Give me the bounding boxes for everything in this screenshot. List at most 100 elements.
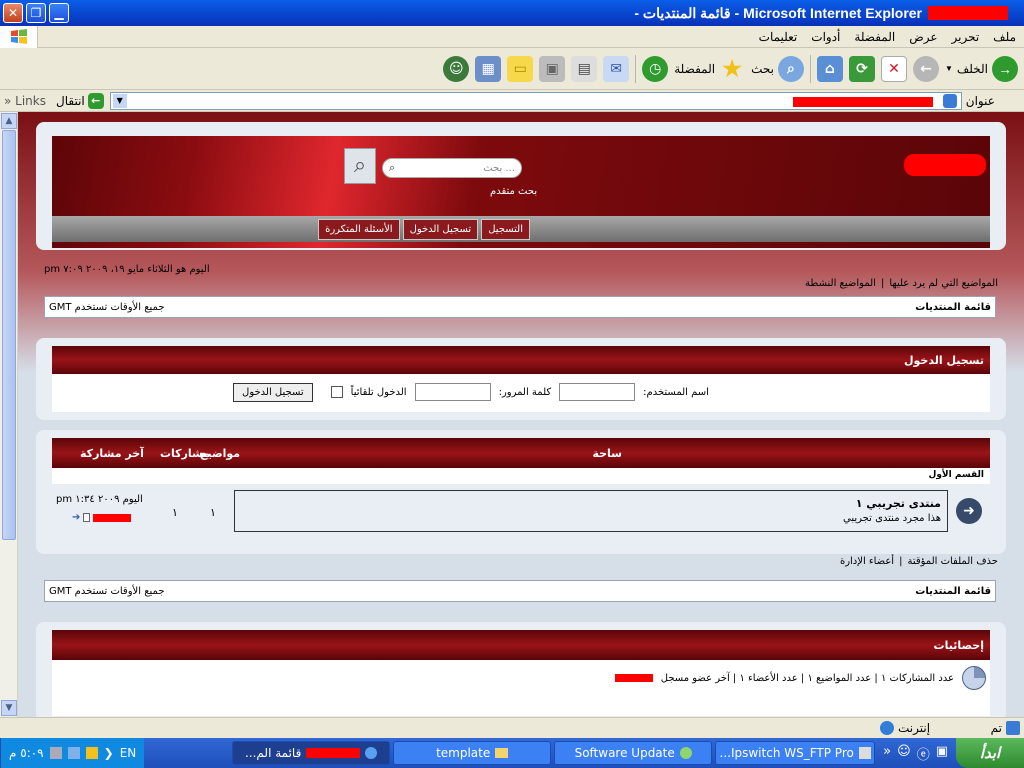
username-input[interactable] <box>559 383 636 401</box>
scroll-thumb[interactable] <box>2 130 16 540</box>
quicklaunch-more-icon[interactable]: « <box>883 744 891 763</box>
link-divider: | <box>899 556 903 567</box>
password-label: كلمة المرور: <box>498 386 552 398</box>
tray-volume-icon[interactable] <box>49 747 62 759</box>
header-posts: مشاركات <box>160 446 211 460</box>
print-icon[interactable]: ▤ <box>571 55 598 82</box>
team-link[interactable]: أعضاء الإدارة <box>840 556 894 567</box>
active-topics-link[interactable]: المواضيع النشطة <box>805 278 876 289</box>
address-input[interactable]: ▼ <box>109 91 962 110</box>
back-button[interactable]: → الخلف ▼ <box>945 55 1018 82</box>
toolbar-separator <box>635 54 637 83</box>
search-box[interactable]: ⌕ بحث ... <box>382 158 522 178</box>
messenger-quicklaunch-icon[interactable]: ☺ <box>897 744 911 763</box>
refresh-icon[interactable]: ⟳ <box>848 55 875 82</box>
task-wsftp[interactable]: Ipswitch WS_FTP Pro... <box>715 741 876 765</box>
search-button[interactable]: ⌕ بحث <box>751 55 804 82</box>
history-icon[interactable]: ◷ <box>642 55 669 82</box>
nav-bar: التسجيل تسجيل الدخول الأسئلة المتكررة <box>52 216 990 242</box>
search-label: بحث <box>751 61 774 76</box>
update-icon <box>679 747 692 759</box>
menu-file[interactable]: ملف <box>993 30 1016 44</box>
discuss-icon[interactable]: ▭ <box>507 55 534 82</box>
menu-view[interactable]: عرض <box>909 30 937 44</box>
forward-arrow-icon[interactable]: ← <box>912 55 939 82</box>
edit-icon[interactable]: ▣ <box>539 55 566 82</box>
document-icon <box>83 513 91 522</box>
username-label: اسم المستخدم: <box>643 386 709 398</box>
redacted-newest-member <box>614 674 653 682</box>
posts-count: ١ <box>172 506 178 519</box>
forum-list-panel: ساحة مواضيع مشاركات آخر مشاركة القسم الأ… <box>36 430 1006 554</box>
login-title: تسجيل الدخول <box>903 353 984 367</box>
tray-arrow-icon[interactable]: ❮ <box>104 746 114 760</box>
language-indicator[interactable]: EN <box>120 746 137 760</box>
system-tray: EN ❮ ٥:٠٩ م <box>0 738 145 768</box>
go-button[interactable]: انتقال ← <box>50 92 110 109</box>
menu-help[interactable]: تعليمات <box>759 30 798 44</box>
search-placeholder: بحث ... <box>483 162 515 174</box>
links-button[interactable]: » Links <box>0 94 50 108</box>
title-bar: ✕ ❐ ▁ Microsoft Internet Explorer - قائم… <box>0 0 1024 26</box>
favorites-button[interactable]: ★ المفضلة <box>674 56 745 82</box>
task-software-update[interactable]: Software Update <box>554 741 713 765</box>
vertical-scrollbar[interactable]: ▲ ▼ <box>0 112 18 717</box>
timezone-note: جميع الأوقات تستخدم GMT <box>49 585 165 597</box>
last-post-user[interactable]: ➔ <box>72 512 132 523</box>
toolbar-separator <box>809 54 811 83</box>
menu-bar: ملف تحرير عرض المفضلة أدوات تعليمات <box>0 26 1024 48</box>
maximize-button[interactable]: ❐ <box>26 3 46 23</box>
home-icon[interactable]: ⌂ <box>816 55 843 82</box>
folder-icon <box>495 748 509 758</box>
address-dropdown-icon[interactable]: ▼ <box>112 93 127 108</box>
magnifier-icon[interactable]: ⌕ <box>344 148 376 184</box>
back-dropdown-icon[interactable]: ▼ <box>945 64 953 73</box>
messenger-icon[interactable]: ☺ <box>443 55 470 82</box>
stats-title: إحصائيات <box>933 638 984 652</box>
show-desktop-icon[interactable]: ▣ <box>936 744 948 763</box>
forum-cell: منتدى تجريبي ١ هذا مجرد منتدى تجريبي <box>234 490 948 532</box>
ie-quicklaunch-icon[interactable]: ⓔ <box>917 744 930 763</box>
tray-app-icon[interactable] <box>85 747 98 759</box>
task-template[interactable]: template <box>393 741 552 765</box>
view-latest-icon[interactable]: ➔ <box>72 512 80 523</box>
redacted-logo <box>904 154 986 176</box>
mail-icon[interactable]: ✉ <box>603 55 630 82</box>
close-button[interactable]: ✕ <box>3 3 23 23</box>
start-label: ابدأ <box>979 744 1001 762</box>
faq-button[interactable]: الأسئلة المتكررة <box>318 218 400 240</box>
ftp-icon <box>858 747 871 759</box>
clock[interactable]: ٥:٠٩ م <box>9 746 44 760</box>
menu-edit[interactable]: تحرير <box>952 30 980 44</box>
current-date: اليوم هو الثلاثاء مايو ١٩، ٢٠٠٩ ٧:٠٩ pm <box>44 264 210 275</box>
login-button[interactable]: تسجيل الدخول <box>402 218 479 240</box>
redacted-username <box>93 513 132 522</box>
menu-favorites[interactable]: المفضلة <box>854 30 895 44</box>
task-ie-forum[interactable]: قائمة الم... <box>232 741 391 765</box>
minimize-button[interactable]: ▁ <box>49 3 69 23</box>
redacted-task-title <box>306 748 361 758</box>
auto-login-checkbox[interactable] <box>330 386 343 398</box>
unanswered-topics-link[interactable]: المواضيع التي لم يرد عليها <box>889 278 998 289</box>
tray-network-icon[interactable] <box>67 747 80 759</box>
zone-label: إنترنت <box>898 721 931 735</box>
menu-tools[interactable]: أدوات <box>811 30 840 44</box>
forum-title-link[interactable]: منتدى تجريبي ١ <box>241 497 941 510</box>
breadcrumb-bar-bottom: قائمة المنتديات جميع الأوقات تستخدم GMT <box>44 580 996 602</box>
stats-pie-icon <box>962 666 986 690</box>
delete-cookies-link[interactable]: حذف الملفات المؤقتة <box>907 556 998 567</box>
breadcrumb[interactable]: قائمة المنتديات <box>915 302 991 313</box>
category-title[interactable]: القسم الأول <box>929 470 984 480</box>
register-button[interactable]: التسجيل <box>481 218 530 240</box>
stop-icon[interactable]: ✕ <box>880 55 907 82</box>
password-input[interactable] <box>414 383 491 401</box>
breadcrumb[interactable]: قائمة المنتديات <box>915 586 991 597</box>
scroll-down-icon[interactable]: ▼ <box>1 700 17 716</box>
back-arrow-icon: → <box>992 55 1018 82</box>
scroll-up-icon[interactable]: ▲ <box>1 113 17 129</box>
advanced-search-link[interactable]: بحث متقدم <box>490 186 537 197</box>
login-submit-button[interactable]: تسجيل الدخول <box>233 382 313 402</box>
task-ie-forum-label: قائمة الم... <box>244 746 302 760</box>
research-icon[interactable]: ▦ <box>475 55 502 82</box>
start-button[interactable]: ابدأ <box>956 738 1024 768</box>
